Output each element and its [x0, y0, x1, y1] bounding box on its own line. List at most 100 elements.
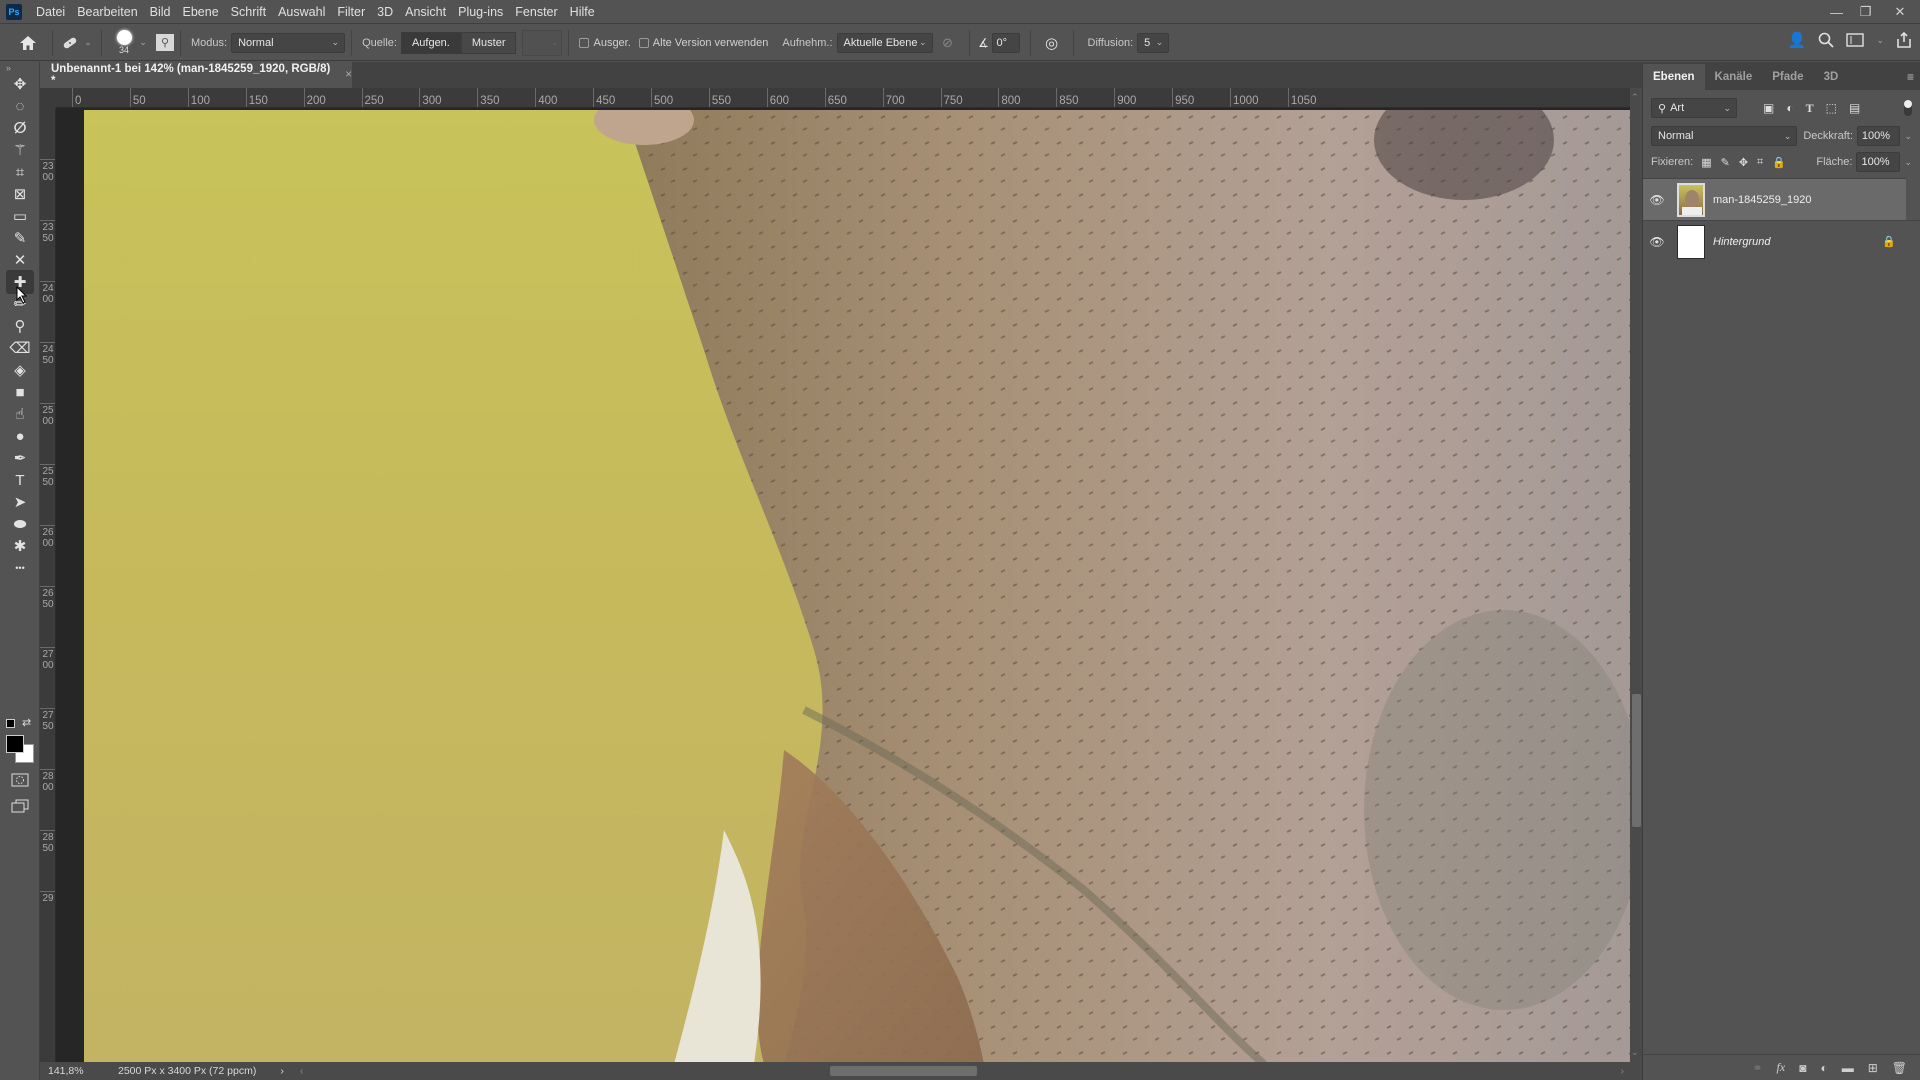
visibility-eye-icon[interactable]: 👁	[1643, 193, 1671, 207]
delete-icon[interactable]: 🗑	[1892, 1061, 1907, 1075]
menu-bild[interactable]: Bild	[144, 0, 177, 24]
tab-kanaele[interactable]: Kanäle	[1705, 64, 1763, 90]
link-icon[interactable]: ⚭	[1752, 1061, 1762, 1075]
photo-image[interactable]	[84, 110, 1630, 1062]
magic-wand-tool[interactable]: ⚚	[6, 138, 34, 162]
menu-auswahl[interactable]: Auswahl	[272, 0, 331, 24]
lock-transparency-icon[interactable]: ▦	[1701, 156, 1711, 169]
vertical-ruler[interactable]: 5023002350240024502500255026002650270027…	[40, 108, 56, 1062]
ellipse-tool[interactable]: ⬬	[6, 512, 34, 536]
menu-plugins[interactable]: Plug-ins	[452, 0, 509, 24]
layer-row[interactable]: 👁 man-1845259_1920	[1643, 178, 1906, 220]
minimize-icon[interactable]: —	[1822, 0, 1851, 24]
more-tools[interactable]: •••	[6, 556, 34, 580]
mask-icon[interactable]: ◙	[1799, 1061, 1806, 1075]
brush-preset-picker[interactable]: 34	[112, 30, 136, 55]
group-icon[interactable]: ▬	[1842, 1061, 1854, 1075]
close-icon[interactable]: ✕	[1880, 0, 1920, 24]
close-tab-icon[interactable]: ×	[345, 69, 352, 81]
move-tool[interactable]: ✥	[6, 72, 34, 96]
workspace-icon[interactable]	[1846, 33, 1865, 47]
lock-pixels-icon[interactable]: ✎	[1721, 156, 1730, 169]
diffusion-select[interactable]: 5 ⌄	[1137, 32, 1170, 53]
scroll-up-icon[interactable]: ⌃	[1631, 92, 1639, 103]
fx-icon[interactable]: fx	[1777, 1060, 1786, 1075]
layer-name[interactable]: man-1845259_1920	[1713, 194, 1811, 206]
status-expand-icon[interactable]: ›	[280, 1065, 284, 1077]
layer-name[interactable]: Hintergrund	[1713, 236, 1770, 248]
layer-filter-select[interactable]: ⚲ Art ⌄	[1651, 98, 1737, 118]
zoom-level[interactable]: 141,8%	[48, 1065, 108, 1077]
lock-all-icon[interactable]: 🔒	[1772, 156, 1786, 169]
new-layer-icon[interactable]: ⊞	[1868, 1061, 1878, 1075]
share-user-icon[interactable]: 👤	[1788, 31, 1807, 49]
smart-object-filter-icon[interactable]: ▤	[1849, 101, 1860, 116]
angle-field[interactable]: 0°	[991, 32, 1020, 53]
panel-menu-icon[interactable]: ≡	[1907, 70, 1914, 84]
fill-field[interactable]: 100%	[1856, 152, 1901, 172]
layer-lock-icon[interactable]: 🔒	[1882, 235, 1896, 248]
document-tab[interactable]: Unbenannt-1 bei 142% (man-1845259_1920, …	[40, 62, 352, 88]
opacity-chevron-icon[interactable]: ⌄	[1904, 131, 1912, 142]
menu-3d[interactable]: 3D	[371, 0, 399, 24]
path-selection-tool[interactable]: ➤	[6, 490, 34, 514]
lock-position-icon[interactable]: ✥	[1739, 156, 1748, 169]
menu-filter[interactable]: Filter	[331, 0, 371, 24]
clone-source-panel-icon[interactable]: ⚲	[156, 34, 174, 51]
foreground-color-swatch[interactable]	[6, 735, 24, 753]
lock-artboard-icon[interactable]: ⌗	[1757, 156, 1763, 169]
vertical-scroll-thumb[interactable]	[1632, 694, 1641, 827]
screen-mode-icon[interactable]	[6, 794, 34, 818]
menu-ansicht[interactable]: Ansicht	[399, 0, 452, 24]
filter-toggle[interactable]	[1904, 100, 1912, 116]
default-colors-icon[interactable]	[6, 719, 15, 728]
menu-schrift[interactable]: Schrift	[225, 0, 272, 24]
eyedropper-tool[interactable]: ✎	[6, 226, 34, 250]
quick-mask-icon[interactable]	[6, 768, 34, 792]
pressure-size-icon[interactable]: ◎	[1037, 34, 1067, 52]
ruler-tool[interactable]: ▭	[6, 204, 34, 228]
clone-stamp-tool[interactable]: ⚲	[6, 314, 34, 338]
lasso-tool[interactable]: ⵁ	[6, 116, 34, 140]
aligned-checkbox[interactable]: Ausger.	[579, 37, 631, 49]
gradient-tool[interactable]: ■	[6, 380, 34, 404]
pattern-picker[interactable]: ⌄	[522, 29, 563, 56]
share-icon[interactable]	[1896, 32, 1912, 48]
menu-hilfe[interactable]: Hilfe	[564, 0, 601, 24]
source-pattern-button[interactable]: Muster	[460, 31, 517, 54]
menu-fenster[interactable]: Fenster	[509, 0, 563, 24]
adjustment-icon[interactable]: ◐	[1820, 1061, 1827, 1075]
smudge-tool[interactable]: ☝	[6, 402, 34, 426]
menu-bearbeiten[interactable]: Bearbeiten	[71, 0, 143, 24]
tab-ebenen[interactable]: Ebenen	[1643, 64, 1705, 90]
crop-tool[interactable]: ⌗	[6, 160, 34, 184]
eraser-tool[interactable]: ⌫	[6, 336, 34, 360]
sample-select[interactable]: Aktuelle Ebene ⌄	[836, 32, 933, 53]
healing-brush-icon[interactable]	[59, 36, 81, 50]
fill-chevron-icon[interactable]: ⌄	[1904, 157, 1912, 168]
workspace-chevron-icon[interactable]: ⌄	[1876, 35, 1884, 46]
horizontal-scrollbar[interactable]	[290, 1062, 1630, 1080]
mode-select[interactable]: Normal ⌄	[231, 32, 346, 53]
content-aware-move-tool[interactable]: ✕	[6, 248, 34, 272]
blend-mode-select[interactable]: Normal ⌄	[1651, 126, 1798, 146]
layer-row[interactable]: 👁 Hintergrund 🔒	[1643, 220, 1920, 262]
visibility-eye-icon[interactable]: 👁	[1643, 235, 1671, 249]
source-sampled-button[interactable]: Aufgen.	[400, 31, 461, 54]
tab-3d[interactable]: 3D	[1814, 64, 1849, 90]
menu-datei[interactable]: Datei	[30, 0, 71, 24]
type-layer-filter-icon[interactable]: T	[1806, 101, 1814, 116]
scroll-down-icon[interactable]: ⌄	[1631, 1047, 1639, 1058]
tool-preset-chevron-icon[interactable]: ⌄	[81, 37, 95, 48]
opacity-field[interactable]: 100%	[1856, 126, 1901, 146]
search-icon[interactable]	[1818, 32, 1835, 48]
brush-chevron-icon[interactable]: ⌄	[136, 37, 150, 48]
custom-shape-tool[interactable]: ✱	[6, 534, 34, 558]
horizontal-scroll-thumb[interactable]	[830, 1066, 977, 1076]
adjustment-layer-filter-icon[interactable]: ◐	[1786, 101, 1793, 116]
scroll-right-icon[interactable]: ›	[1621, 1065, 1625, 1077]
paint-bucket-tool[interactable]: ◈	[6, 358, 34, 382]
marquee-ellipse-tool[interactable]: ◌	[6, 94, 34, 118]
restore-icon[interactable]: ❐	[1851, 0, 1880, 24]
home-icon[interactable]	[10, 35, 46, 50]
